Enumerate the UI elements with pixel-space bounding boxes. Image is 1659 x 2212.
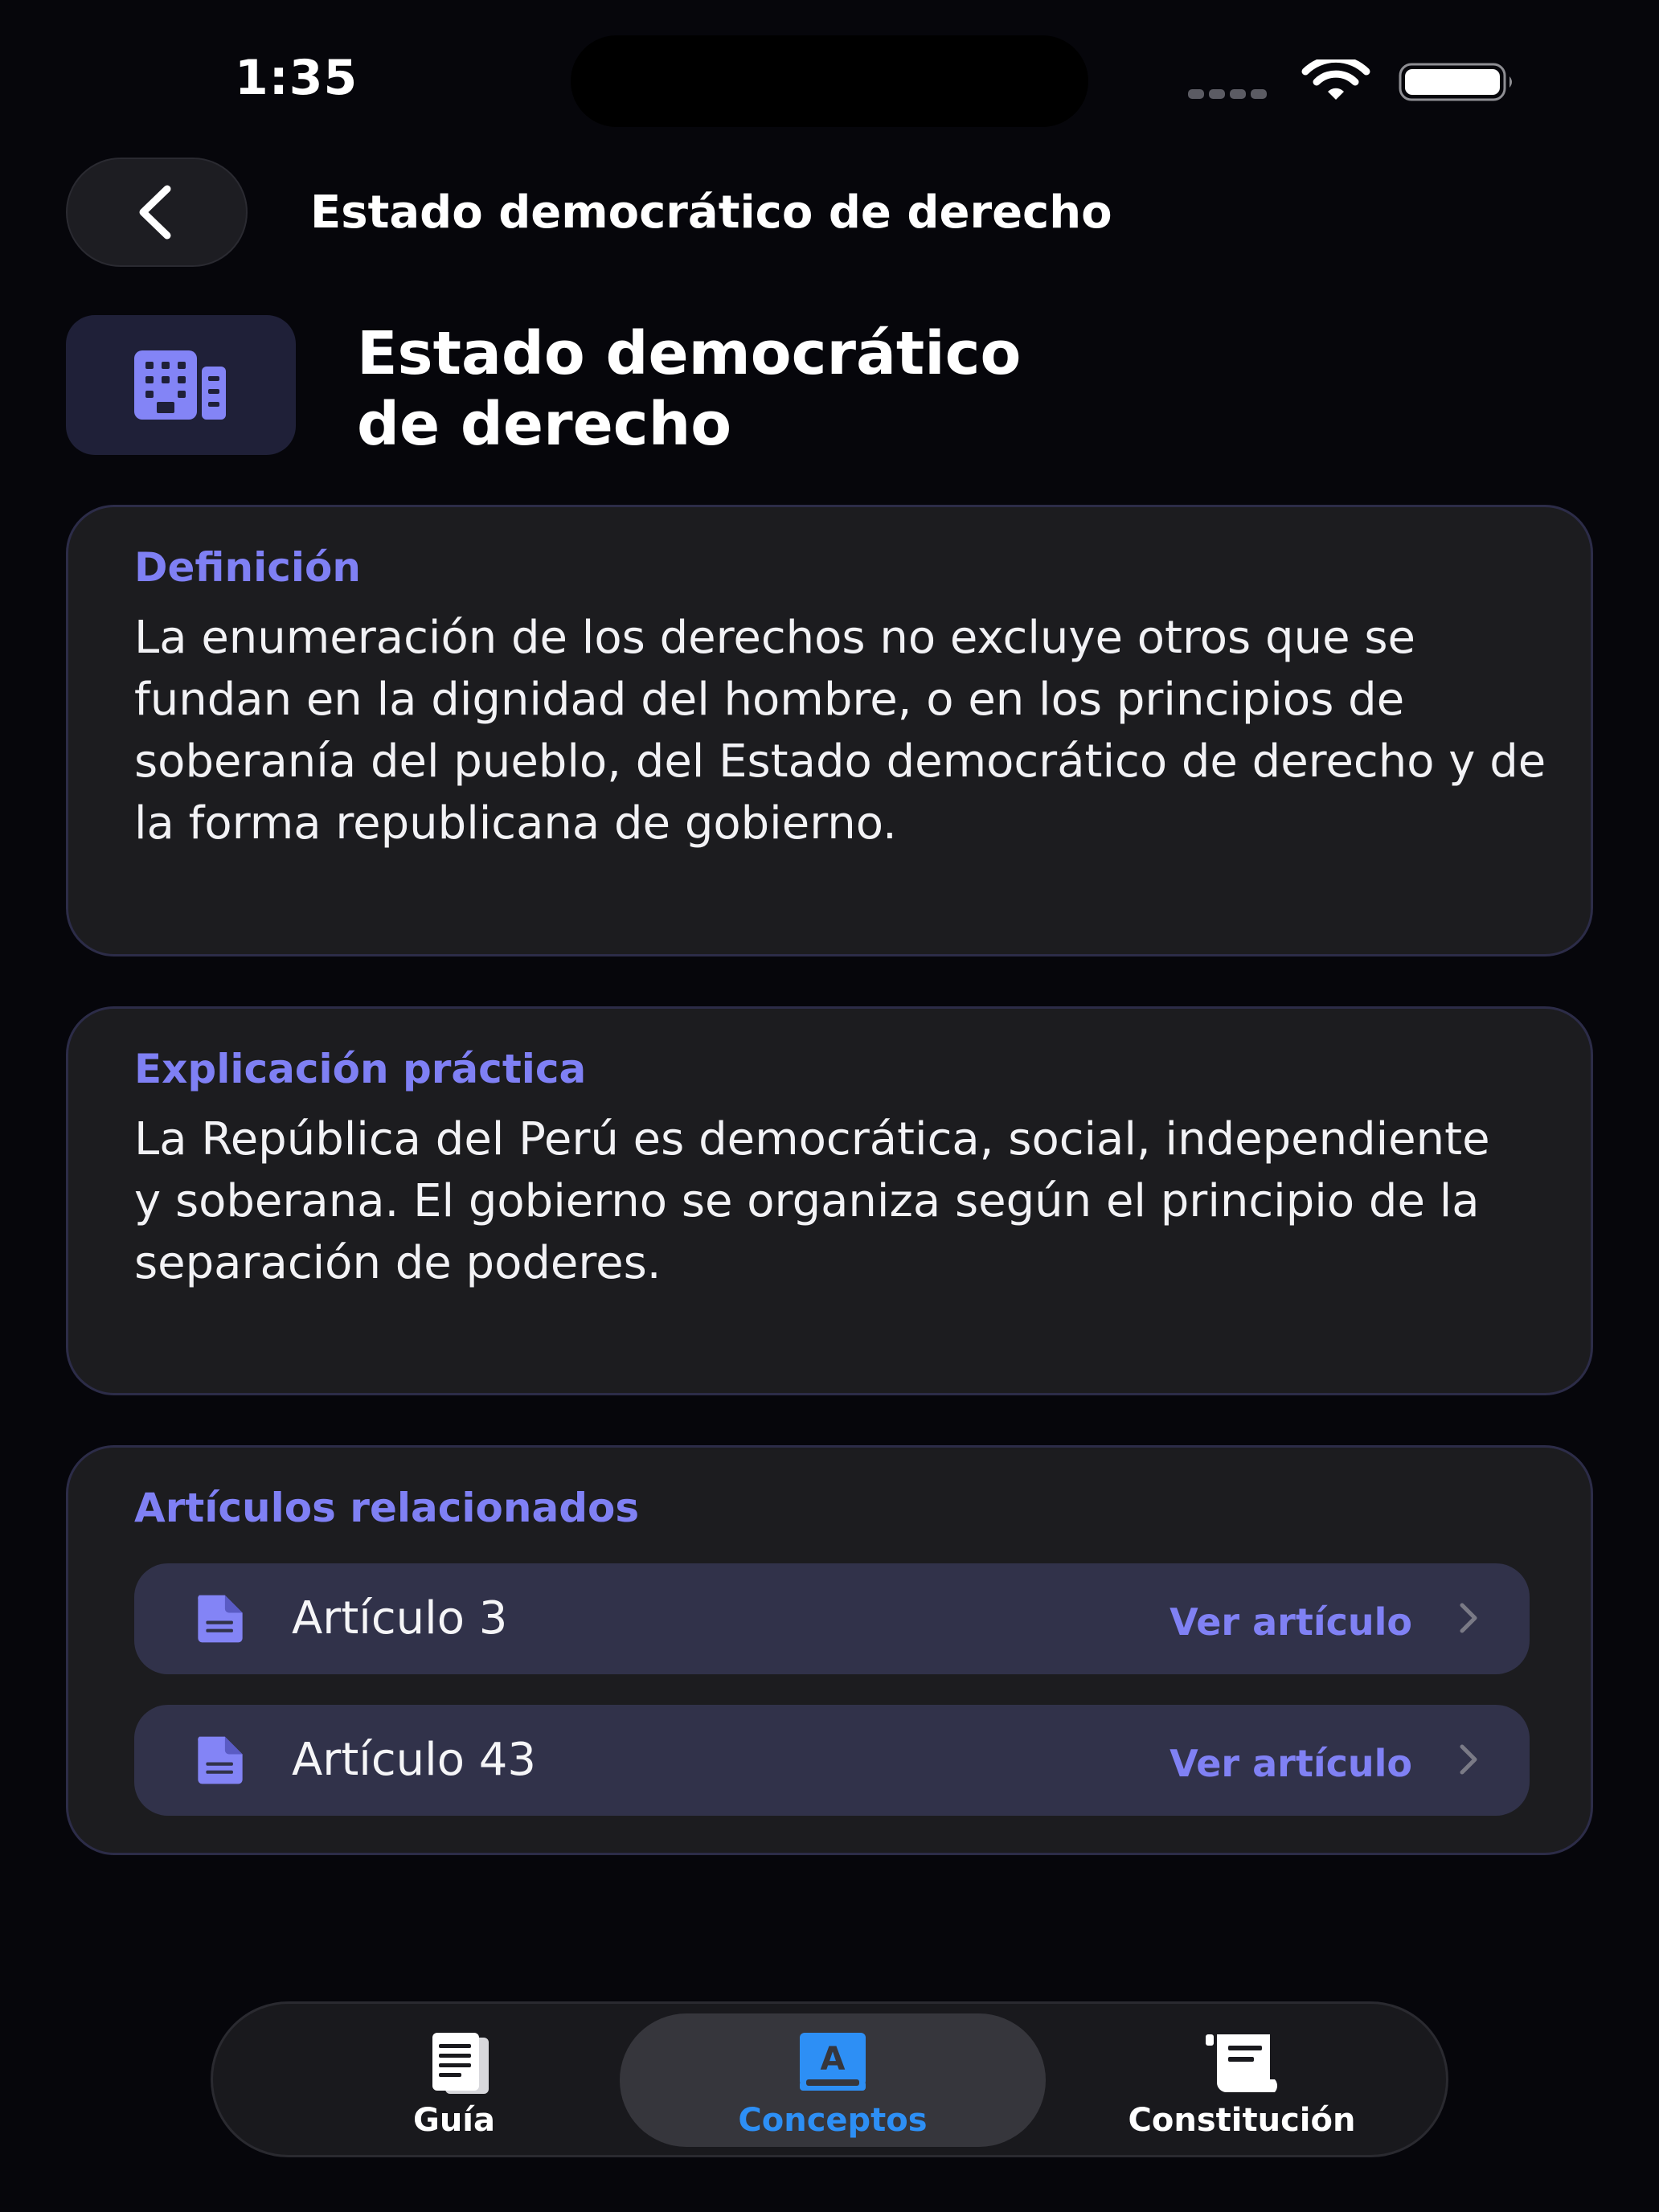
related-articles-card: Artículos relacionados Artículo 3 Ver ar… (66, 1445, 1593, 1855)
tab-label: Conceptos (738, 2102, 928, 2139)
tab-guia[interactable]: Guía (358, 2004, 551, 2155)
tab-constitucion[interactable]: Constitución (1089, 2004, 1395, 2155)
book-pages-icon (432, 2033, 489, 2094)
explanation-heading: Explicación práctica (134, 1046, 587, 1092)
tab-conceptos[interactable]: A Conceptos (620, 2004, 1046, 2155)
view-article-link[interactable]: Ver artículo (1169, 1742, 1412, 1785)
chevron-right-icon (1460, 1744, 1477, 1775)
article-label: Artículo 3 (292, 1592, 508, 1645)
view-article-link[interactable]: Ver artículo (1169, 1600, 1412, 1644)
concept-icon-tile (66, 315, 296, 455)
nav-title: Estado democrático de derecho (310, 186, 1112, 239)
cellular-signal-icon (1188, 87, 1272, 99)
definition-card: Definición La enumeración de los derecho… (66, 505, 1593, 956)
definition-heading: Definición (134, 544, 361, 591)
page-title: Estado democrático de derecho (357, 318, 1321, 460)
chevron-left-icon (139, 185, 171, 240)
building-icon (134, 350, 226, 420)
wifi-icon (1301, 59, 1370, 100)
status-time: 1:35 (235, 50, 358, 106)
page-title-line1: Estado democrático (357, 319, 1022, 388)
related-heading: Artículos relacionados (134, 1485, 640, 1531)
tab-label: Constitución (1128, 2102, 1356, 2139)
tab-label: Guía (412, 2102, 495, 2139)
explanation-text: La República del Perú es democrática, so… (134, 1113, 1490, 1289)
back-button[interactable] (66, 158, 248, 267)
battery-icon (1399, 63, 1512, 101)
document-icon (198, 1595, 243, 1643)
article-label: Artículo 43 (292, 1734, 537, 1786)
chevron-right-icon (1460, 1603, 1477, 1633)
article-row-3[interactable]: Artículo 3 Ver artículo (134, 1563, 1530, 1674)
scroll-icon (1206, 2034, 1278, 2092)
definition-text: La enumeración de los derechos no excluy… (134, 612, 1546, 850)
svg-text:A: A (821, 2041, 846, 2078)
document-icon (198, 1736, 243, 1784)
dynamic-island (571, 35, 1088, 127)
explanation-card: Explicación práctica La República del Pe… (66, 1006, 1593, 1395)
tab-bar: Guía A Conceptos Constitución (211, 2001, 1448, 2157)
page-title-line2: de derecho (357, 390, 732, 459)
dictionary-icon: A (800, 2033, 866, 2091)
article-row-43[interactable]: Artículo 43 Ver artículo (134, 1705, 1530, 1816)
